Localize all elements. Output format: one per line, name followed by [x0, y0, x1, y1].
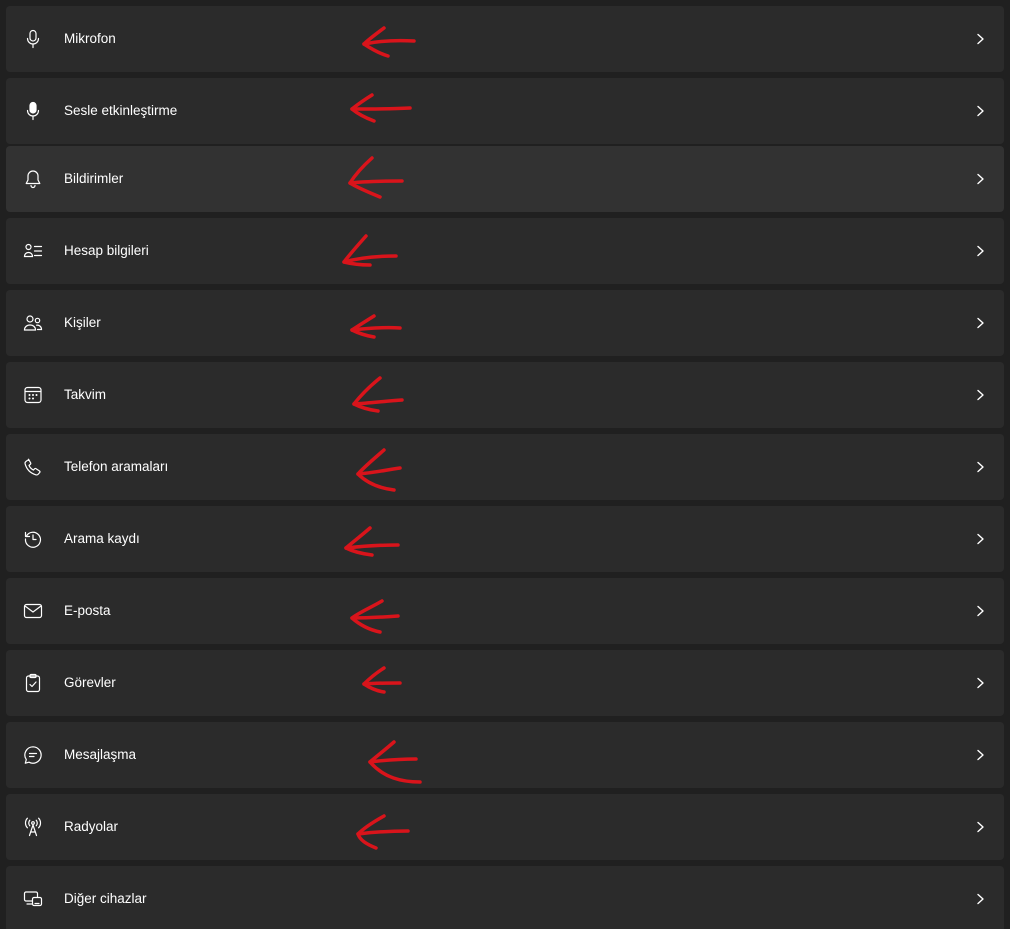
- settings-row-label: Telefon aramaları: [64, 459, 169, 474]
- settings-row-bildirimler[interactable]: Bildirimler: [6, 146, 1004, 212]
- settings-row-mesajlasma[interactable]: Mesajlaşma: [6, 722, 1004, 788]
- settings-row-label: Radyolar: [64, 819, 119, 834]
- chevron-right-icon: [974, 676, 986, 690]
- settings-row-label: Bildirimler: [64, 171, 124, 186]
- microphone-icon: [23, 29, 43, 49]
- settings-row-label: Mesajlaşma: [64, 747, 137, 762]
- settings-row-e-posta[interactable]: E-posta: [6, 578, 1004, 644]
- settings-row-label: Arama kaydı: [64, 531, 140, 546]
- settings-row-label: Diğer cihazlar: [64, 891, 147, 906]
- chevron-right-icon: [974, 244, 986, 258]
- voice-activation-microphone-icon: [23, 101, 43, 121]
- settings-row-hesap-bilgileri[interactable]: Hesap bilgileri: [6, 218, 1004, 284]
- settings-row-kisiler[interactable]: Kişiler: [6, 290, 1004, 356]
- devices-icon: [23, 889, 43, 909]
- settings-row-mikrofon[interactable]: Mikrofon: [6, 6, 1004, 72]
- chevron-right-icon: [974, 748, 986, 762]
- settings-row-label: Takvim: [64, 387, 107, 402]
- settings-row-label: Sesle etkinleştirme: [64, 103, 178, 118]
- account-info-icon: [23, 241, 43, 261]
- settings-row-label: E-posta: [64, 603, 111, 618]
- mail-icon: [23, 601, 43, 621]
- clipboard-check-icon: [23, 673, 43, 693]
- chevron-right-icon: [974, 104, 986, 118]
- settings-row-label: Mikrofon: [64, 31, 116, 46]
- chevron-right-icon: [974, 316, 986, 330]
- chevron-right-icon: [974, 172, 986, 186]
- chevron-right-icon: [974, 388, 986, 402]
- privacy-permissions-list: Mikrofon Sesle etkinleştirme Bildirimler: [0, 0, 1010, 929]
- chevron-right-icon: [974, 892, 986, 906]
- settings-row-arama-kaydi[interactable]: Arama kaydı: [6, 506, 1004, 572]
- settings-row-radyolar[interactable]: Radyolar: [6, 794, 1004, 860]
- chevron-right-icon: [974, 460, 986, 474]
- calendar-icon: [23, 385, 43, 405]
- chevron-right-icon: [974, 532, 986, 546]
- settings-row-label: Kişiler: [64, 315, 101, 330]
- radio-antenna-icon: [23, 817, 43, 837]
- chevron-right-icon: [974, 32, 986, 46]
- settings-row-sesle-etkinlestirme[interactable]: Sesle etkinleştirme: [6, 78, 1004, 144]
- chat-bubble-icon: [23, 745, 43, 765]
- chevron-right-icon: [974, 604, 986, 618]
- settings-row-gorevler[interactable]: Görevler: [6, 650, 1004, 716]
- settings-row-diger-cihazlar[interactable]: Diğer cihazlar: [6, 866, 1004, 929]
- history-icon: [23, 529, 43, 549]
- settings-row-label: Görevler: [64, 675, 116, 690]
- settings-row-label: Hesap bilgileri: [64, 243, 149, 258]
- chevron-right-icon: [974, 820, 986, 834]
- settings-row-takvim[interactable]: Takvim: [6, 362, 1004, 428]
- bell-icon: [23, 169, 43, 189]
- phone-icon: [23, 457, 43, 477]
- people-icon: [23, 313, 43, 333]
- settings-row-telefon-aramalari[interactable]: Telefon aramaları: [6, 434, 1004, 500]
